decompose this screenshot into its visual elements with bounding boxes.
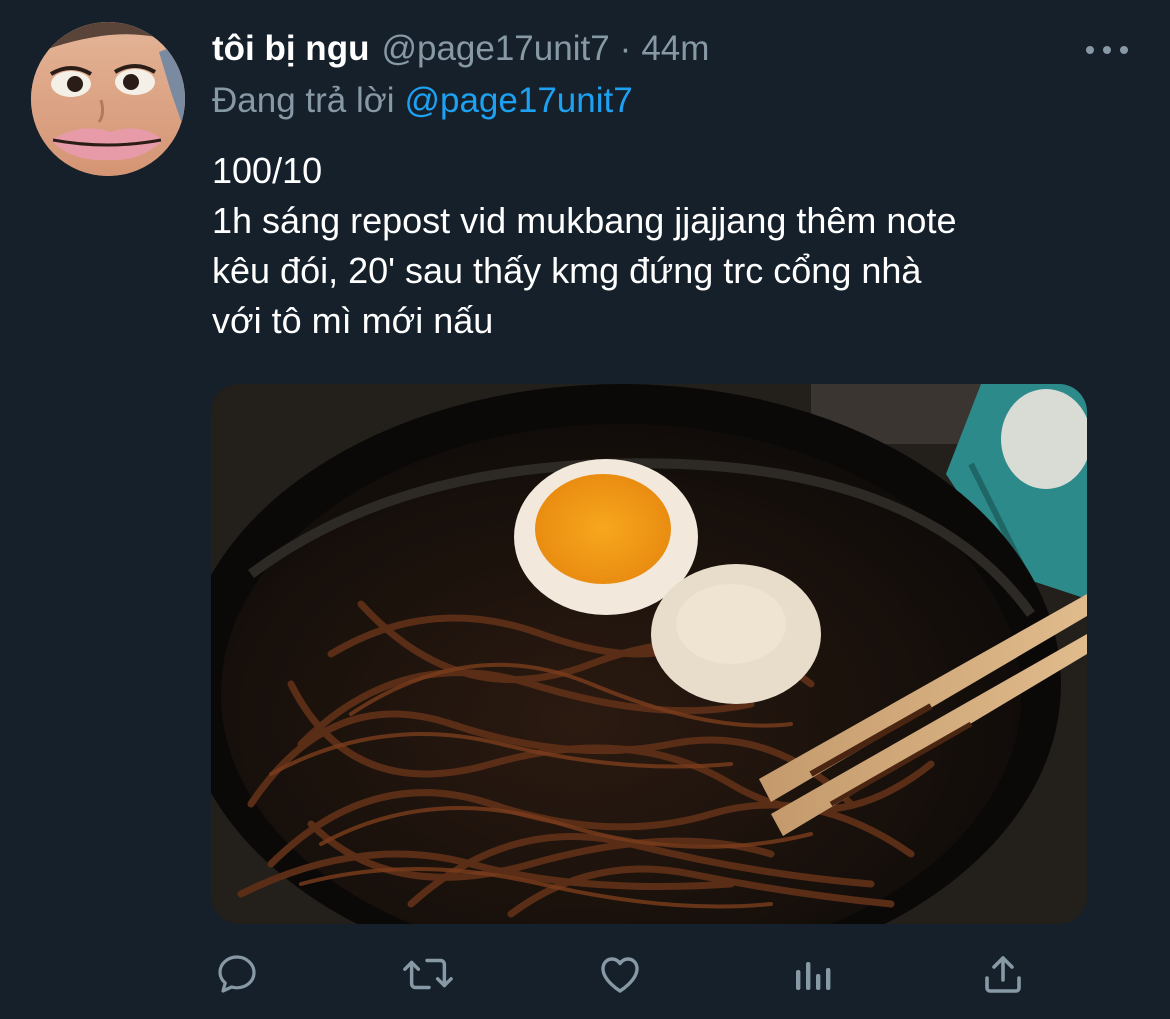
display-name[interactable]: tôi bị ngu: [212, 26, 369, 72]
tweet-header: tôi bị ngu @page17unit7 · 44m: [212, 26, 709, 72]
avatar[interactable]: [31, 22, 185, 176]
tweet-text-line: với tô mì mới nấu: [212, 300, 494, 341]
share-icon: [985, 956, 1021, 993]
analytics-icon: [796, 962, 831, 990]
reply-mention-link[interactable]: @page17unit7: [404, 81, 632, 120]
replying-to-label: Đang trả lời: [212, 81, 395, 120]
tweet-text-line: 100/10: [212, 150, 323, 191]
heart-icon: [601, 957, 639, 993]
tweet: tôi bị ngu @page17unit7 · 44m Đang trả l…: [0, 0, 1170, 1019]
retweet-icon: [403, 958, 453, 990]
share-button[interactable]: [977, 948, 1029, 1000]
more-icon[interactable]: [1086, 40, 1128, 60]
analytics-button[interactable]: [786, 948, 838, 1000]
header-separator: ·: [619, 29, 632, 68]
retweet-button[interactable]: [402, 948, 454, 1000]
reply-button[interactable]: [211, 948, 263, 1000]
like-button[interactable]: [594, 948, 646, 1000]
tweet-photo[interactable]: [211, 384, 1087, 924]
more-dot: [1103, 46, 1111, 54]
tweet-text-line: 1h sáng repost vid mukbang jjajjang thêm…: [212, 200, 957, 241]
user-handle[interactable]: @page17unit7: [381, 26, 609, 72]
more-dot: [1086, 46, 1094, 54]
noodle-bowl-photo: [211, 384, 1087, 924]
tweet-text: 100/10 1h sáng repost vid mukbang jjajja…: [212, 146, 1142, 346]
replying-to: Đang trả lời @page17unit7: [212, 78, 633, 124]
more-dot: [1120, 46, 1128, 54]
tweet-text-line: kêu đói, 20' sau thấy kmg đứng trc cổng …: [212, 250, 922, 291]
tweet-timestamp[interactable]: 44m: [641, 26, 709, 72]
reply-icon: [218, 955, 256, 993]
avatar-image: [31, 22, 185, 176]
tweet-actions: [0, 948, 1170, 1004]
